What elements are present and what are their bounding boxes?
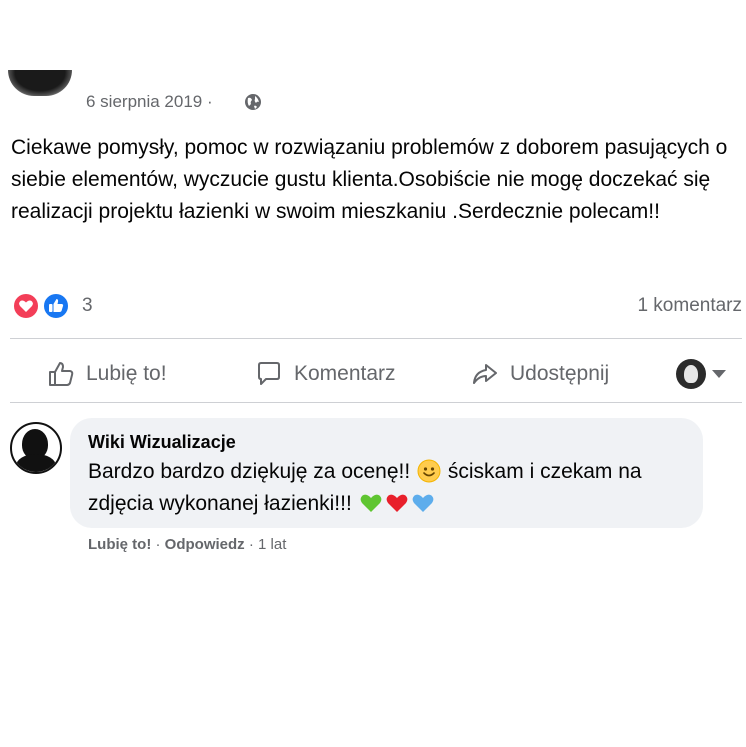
comment-reply-link[interactable]: Odpowiedz (165, 536, 245, 553)
like-label: Lubię to! (86, 362, 167, 385)
post-actions: Lubię to! Komentarz Udostępnij (0, 348, 746, 400)
post-as-selector[interactable] (676, 358, 738, 390)
like-reaction-icon[interactable] (42, 292, 70, 320)
share-label: Udostępnij (510, 362, 610, 385)
divider-bottom (10, 402, 742, 403)
footer-separator: · (155, 536, 161, 553)
caret-down-icon (712, 370, 726, 378)
post-header: 6 sierpnia 2019 · (0, 70, 746, 120)
reaction-count[interactable]: 3 (82, 295, 93, 317)
share-button[interactable]: Udostępnij (470, 348, 609, 400)
comment-footer: Lubię to! · Odpowiedz · 1 lat (88, 536, 286, 553)
comment-text-part1: Bardzo bardzo dziękuję za ocenę!! (88, 460, 411, 483)
blue-heart-emoji (412, 494, 434, 512)
commenter-name[interactable]: Wiki Wizualizacje (88, 432, 236, 453)
globe-icon (245, 94, 261, 110)
post-text: Ciekawe pomysły, pomoc w rozwiązaniu pro… (11, 136, 728, 223)
red-heart-emoji (386, 494, 408, 512)
comment-count[interactable]: 1 komentarz (637, 295, 742, 317)
post-date[interactable]: 6 sierpnia 2019 · (86, 92, 213, 112)
date-separator: · (207, 92, 213, 111)
author-avatar[interactable] (8, 70, 72, 96)
comment-label: Komentarz (294, 362, 396, 385)
commenter-avatar[interactable] (10, 422, 62, 474)
green-heart-emoji (360, 494, 382, 512)
comment-like-link[interactable]: Lubię to! (88, 536, 151, 553)
post-date-text[interactable]: 6 sierpnia 2019 (86, 92, 202, 111)
reactions-summary: 3 1 komentarz (0, 288, 746, 324)
comment-text: Bardzo bardzo dziękuję za ocenę!! ściska… (88, 456, 688, 520)
comment-button[interactable]: Komentarz (254, 348, 396, 400)
footer-separator: · (248, 536, 254, 553)
comment-bubble-icon (258, 362, 280, 385)
comment-time[interactable]: 1 lat (258, 536, 286, 553)
divider-top (10, 338, 742, 339)
share-arrow-icon (473, 364, 497, 384)
like-button[interactable]: Lubię to! (46, 348, 167, 400)
smiling-face-emoji (417, 459, 441, 483)
thumbs-up-icon (49, 362, 74, 386)
comment-bubble: Wiki Wizualizacje Bardzo bardzo dziękuję… (70, 418, 703, 528)
page-avatar (676, 359, 706, 389)
love-reaction-icon[interactable] (12, 292, 40, 320)
